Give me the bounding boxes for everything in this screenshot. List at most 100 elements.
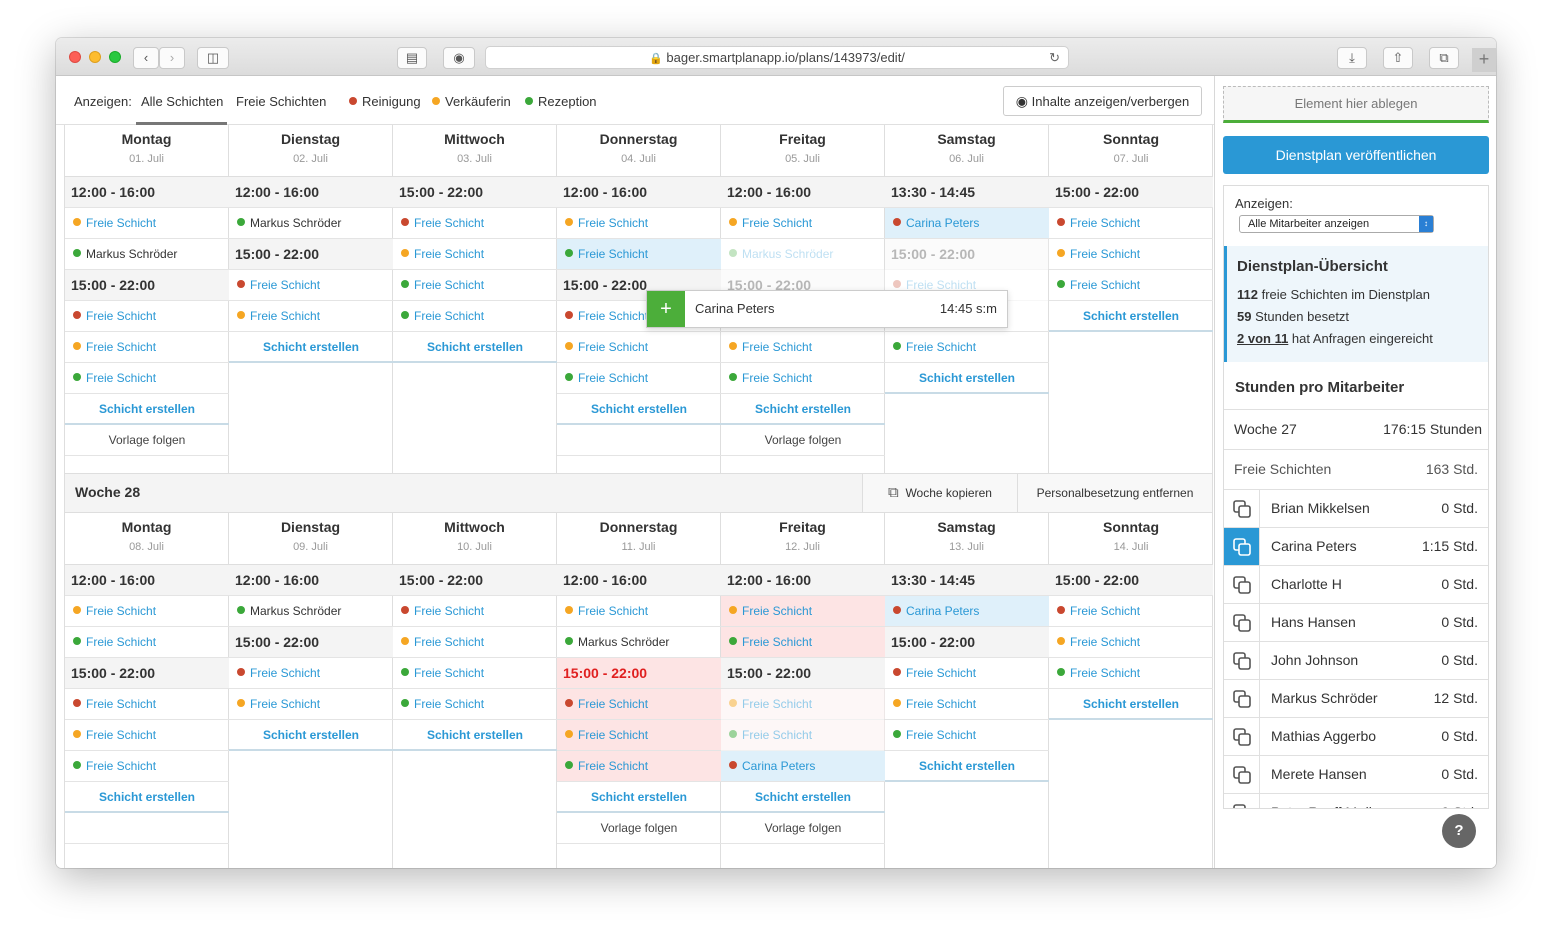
requests-link[interactable]: 2 von 11: [1237, 331, 1288, 346]
tab-all-shifts[interactable]: Alle Schichten: [141, 94, 223, 109]
free-shift[interactable]: Freie Schicht: [721, 596, 885, 627]
free-shift[interactable]: Freie Schicht: [65, 627, 229, 658]
address-bar[interactable]: 🔒 bager.smartplanapp.io/plans/143973/edi…: [485, 46, 1069, 69]
copy-icon[interactable]: [1224, 528, 1260, 565]
create-shift-button[interactable]: Schicht erstellen: [393, 332, 557, 363]
publish-button[interactable]: Dienstplan veröffentlichen: [1223, 136, 1489, 174]
zoom-window-button[interactable]: [109, 51, 121, 63]
follow-template-button[interactable]: Vorlage folgen: [721, 425, 885, 456]
free-shift[interactable]: Freie Schicht: [65, 751, 229, 782]
create-shift-button[interactable]: Schicht erstellen: [1049, 689, 1213, 720]
create-shift-button[interactable]: Schicht erstellen: [557, 782, 721, 813]
free-shift[interactable]: Freie Schicht: [393, 239, 557, 270]
free-shift[interactable]: Freie Schicht: [557, 363, 721, 394]
free-shift[interactable]: Freie Schicht: [393, 208, 557, 239]
free-shift[interactable]: Freie Schicht: [1049, 596, 1213, 627]
create-shift-button[interactable]: Schicht erstellen: [229, 720, 393, 751]
free-shift[interactable]: Freie Schicht: [557, 596, 721, 627]
assigned-shift[interactable]: Markus Schröder: [229, 596, 393, 627]
free-shift[interactable]: Freie Schicht: [65, 596, 229, 627]
sidebar-toggle-icon[interactable]: ◫: [197, 47, 229, 69]
free-shift[interactable]: Freie Schicht: [721, 627, 885, 658]
remove-staffing-button[interactable]: Personalbesetzung entfernen: [1017, 474, 1212, 512]
password-icon[interactable]: ◉: [443, 47, 475, 69]
employee-select[interactable]: Alle Mitarbeiter anzeigen ↕: [1239, 215, 1434, 233]
create-shift-button[interactable]: Schicht erstellen: [885, 751, 1049, 782]
employee-row[interactable]: Brian Mikkelsen 0 Std.: [1224, 489, 1488, 527]
employee-row[interactable]: Charlotte H 0 Std.: [1224, 565, 1488, 603]
close-window-button[interactable]: [69, 51, 81, 63]
create-shift-button[interactable]: Schicht erstellen: [557, 394, 721, 425]
free-shift[interactable]: Freie Schicht: [1049, 208, 1213, 239]
create-shift-button[interactable]: Schicht erstellen: [393, 720, 557, 751]
free-shift[interactable]: Freie Schicht: [65, 332, 229, 363]
employee-row[interactable]: Markus Schröder 12 Std.: [1224, 679, 1488, 717]
free-shift[interactable]: Freie Schicht: [885, 720, 1049, 751]
create-shift-button[interactable]: Schicht erstellen: [721, 782, 885, 813]
back-icon[interactable]: ‹: [133, 47, 159, 69]
share-icon[interactable]: ⇧: [1383, 47, 1413, 69]
free-shift[interactable]: Freie Schicht: [393, 270, 557, 301]
legend-verkaeuferin[interactable]: Verkäuferin: [432, 94, 511, 109]
create-shift-button[interactable]: Schicht erstellen: [721, 394, 885, 425]
free-shift[interactable]: Freie Schicht: [885, 689, 1049, 720]
tab-free-shifts[interactable]: Freie Schichten: [236, 94, 326, 109]
free-shift[interactable]: Freie Schicht: [229, 658, 393, 689]
free-shift[interactable]: Freie Schicht: [721, 720, 885, 751]
new-tab-icon[interactable]: +: [1472, 48, 1496, 72]
free-shift[interactable]: Freie Schicht: [1049, 627, 1213, 658]
free-shift[interactable]: Freie Schicht: [721, 208, 885, 239]
free-shift[interactable]: Freie Schicht: [65, 689, 229, 720]
free-shift[interactable]: Freie Schicht: [65, 301, 229, 332]
copy-icon[interactable]: [1224, 718, 1260, 755]
free-shift[interactable]: Freie Schicht: [1049, 658, 1213, 689]
legend-rezeption[interactable]: Rezeption: [525, 94, 597, 109]
employee-row[interactable]: Peter Rauff Møller 0 Std.: [1224, 793, 1488, 808]
free-shift[interactable]: Freie Schicht: [65, 363, 229, 394]
free-shift[interactable]: Freie Schicht: [393, 596, 557, 627]
free-shift[interactable]: Freie Schicht: [721, 689, 885, 720]
free-shift[interactable]: Freie Schicht: [885, 332, 1049, 363]
copy-icon[interactable]: [1224, 566, 1260, 603]
free-shift[interactable]: Freie Schicht: [1049, 239, 1213, 270]
create-shift-button[interactable]: Schicht erstellen: [65, 782, 229, 813]
free-shift[interactable]: Freie Schicht: [557, 239, 721, 270]
minimize-window-button[interactable]: [89, 51, 101, 63]
free-shift[interactable]: Freie Schicht: [557, 332, 721, 363]
free-shift[interactable]: Freie Schicht: [1049, 270, 1213, 301]
toggle-content-button[interactable]: ◉ Inhalte anzeigen/verbergen: [1003, 86, 1202, 116]
assigned-shift[interactable]: Markus Schröder: [65, 239, 229, 270]
assigned-shift[interactable]: Markus Schröder: [721, 239, 885, 270]
employee-row[interactable]: Mathias Aggerbo 0 Std.: [1224, 717, 1488, 755]
drop-zone[interactable]: Element hier ablegen: [1223, 86, 1489, 123]
tabs-icon[interactable]: ⧉: [1429, 47, 1459, 69]
download-icon[interactable]: ⤓: [1337, 47, 1367, 69]
create-shift-button[interactable]: Schicht erstellen: [885, 363, 1049, 394]
free-shift[interactable]: Freie Schicht: [393, 689, 557, 720]
free-shift[interactable]: Freie Schicht: [229, 301, 393, 332]
follow-template-button[interactable]: Vorlage folgen: [557, 813, 721, 844]
free-shift[interactable]: Freie Schicht: [393, 658, 557, 689]
bookmark-icon[interactable]: ▤: [397, 47, 427, 69]
copy-icon[interactable]: [1224, 756, 1260, 793]
follow-template-button[interactable]: Vorlage folgen: [721, 813, 885, 844]
free-shift[interactable]: Freie Schicht: [885, 658, 1049, 689]
free-shift[interactable]: Freie Schicht: [721, 332, 885, 363]
copy-icon[interactable]: [1224, 680, 1260, 717]
help-button[interactable]: ?: [1442, 814, 1476, 848]
free-shift[interactable]: Freie Schicht: [65, 208, 229, 239]
free-shift[interactable]: Freie Schicht: [229, 270, 393, 301]
employee-row[interactable]: Merete Hansen 0 Std.: [1224, 755, 1488, 793]
legend-reinigung[interactable]: Reinigung: [349, 94, 421, 109]
free-shift[interactable]: Freie Schicht: [557, 720, 721, 751]
copy-week-button[interactable]: ⧉ Woche kopieren: [862, 474, 1017, 512]
employee-row[interactable]: Carina Peters 1:15 Std.: [1224, 527, 1488, 565]
free-shift[interactable]: Freie Schicht: [393, 301, 557, 332]
assigned-shift[interactable]: Markus Schröder: [557, 627, 721, 658]
create-shift-button[interactable]: Schicht erstellen: [229, 332, 393, 363]
copy-icon[interactable]: [1224, 604, 1260, 641]
assigned-shift[interactable]: Markus Schröder: [229, 208, 393, 239]
free-shift[interactable]: Freie Schicht: [557, 208, 721, 239]
assigned-shift[interactable]: Carina Peters: [885, 208, 1049, 239]
employee-row[interactable]: John Johnson 0 Std.: [1224, 641, 1488, 679]
